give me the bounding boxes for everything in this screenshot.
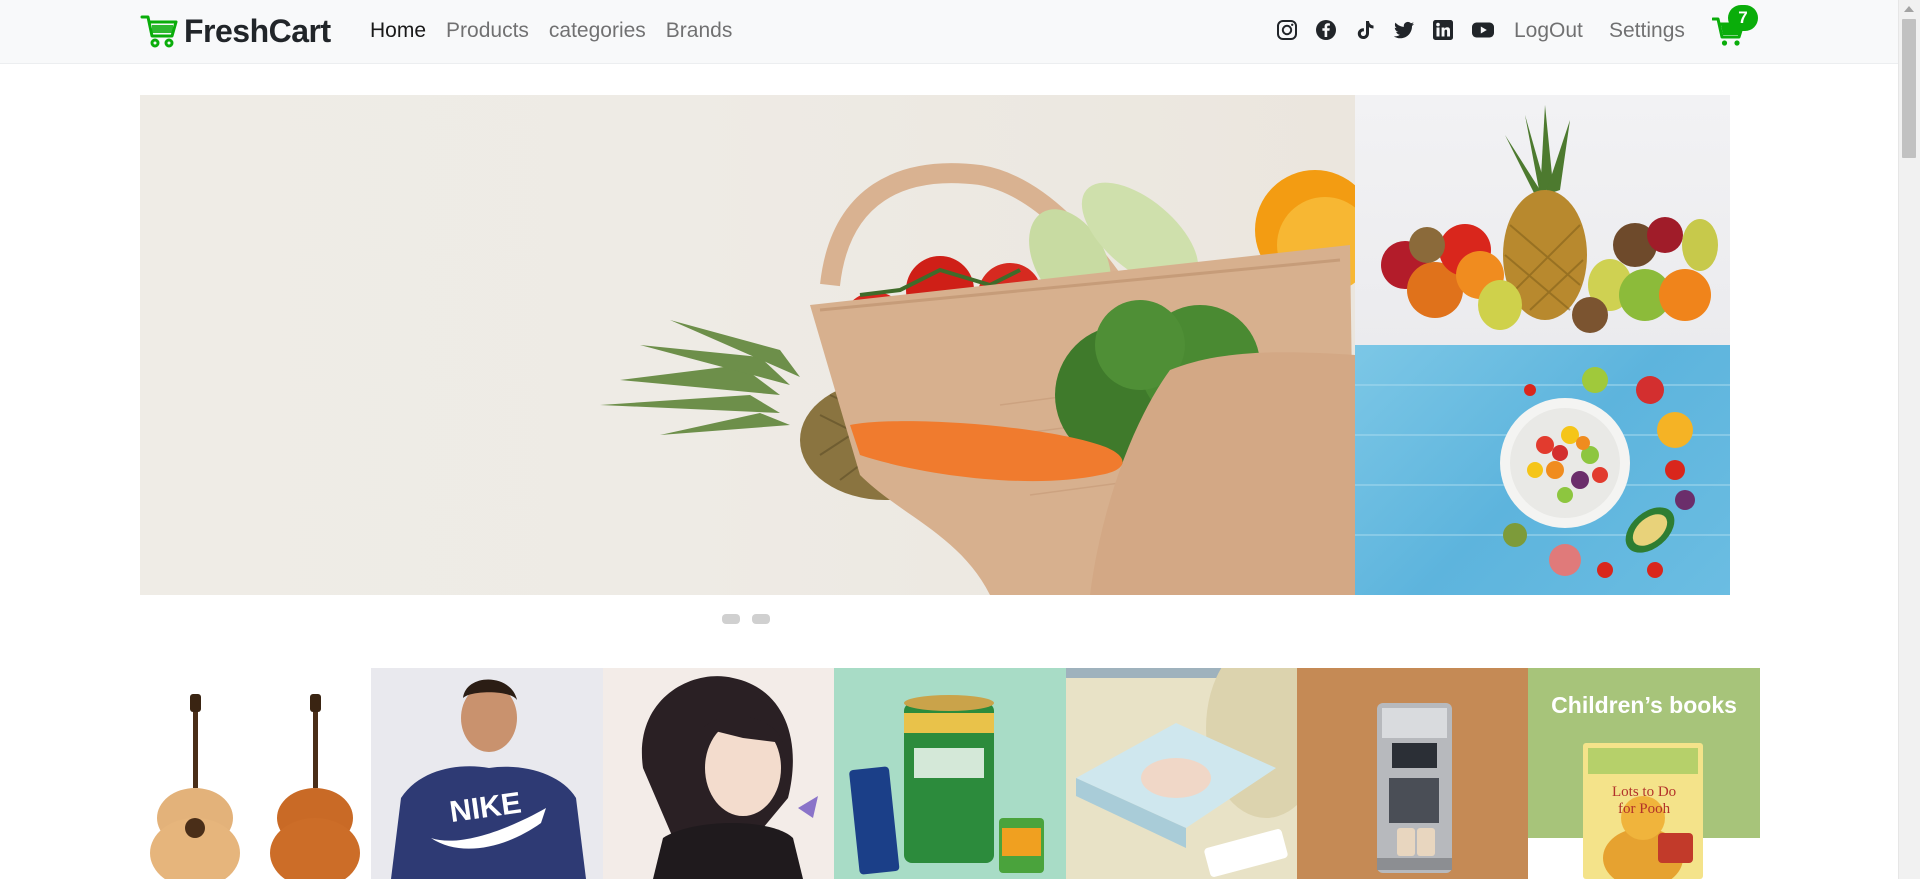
svg-text:for Pooh: for Pooh [1618,801,1671,817]
hero-main-slide[interactable] [140,95,1355,595]
scroll-up-arrow-icon[interactable] [1904,6,1914,12]
cart-logo-icon [140,15,178,48]
category-label-books: Children’s books [1551,692,1737,718]
logout-link[interactable]: LogOut [1514,16,1583,46]
settings-link[interactable]: Settings [1609,16,1685,46]
fruit-salad-image [1355,367,1730,578]
youtube-icon[interactable] [1471,19,1495,41]
instagram-icon[interactable] [1276,19,1298,41]
tiktok-icon[interactable] [1354,19,1376,41]
category-card-home[interactable] [1296,668,1529,879]
category-card-guitars[interactable] [140,668,372,879]
hero-side-image-top[interactable] [1355,95,1730,345]
category-card-women-fashion[interactable] [602,668,835,879]
brand-name: FreshCart [184,12,331,49]
main-nav: Home Products categories Brands [370,16,742,46]
category-card-baby-toys[interactable] [1065,668,1297,879]
nav-link-brands[interactable]: Brands [656,16,743,46]
carousel-dot-1[interactable] [722,614,740,624]
navbar: FreshCart Home Products categories Brand… [0,0,1898,64]
coffee-machine-image [1376,703,1452,873]
category-card-books[interactable]: Lots to Do for Pooh Children’s books [1528,668,1760,879]
brand-logo[interactable]: FreshCart [140,11,331,51]
nike-hoodie-image: NIKE [391,679,587,879]
hero-side-image-bottom[interactable] [1355,345,1730,595]
cart-count-badge: 7 [1728,5,1758,31]
linkedin-icon[interactable] [1432,19,1454,41]
shopping-bag-vegetables-image [600,163,1355,595]
carousel-dots [722,614,770,624]
nav-link-home[interactable]: Home [370,16,436,46]
scrollbar-thumb[interactable] [1902,19,1916,158]
carousel-dot-2[interactable] [752,614,770,624]
nav-link-products[interactable]: Products [436,16,539,46]
svg-text:Lots to Do: Lots to Do [1612,784,1676,800]
baby-diapers-image [1065,668,1297,877]
grocery-products-image [849,695,1045,875]
category-card-supermarket[interactable] [834,668,1066,879]
category-card-men-fashion[interactable]: NIKE [371,668,603,879]
category-slider: NIKE Lots to Do for Pooh Children’s book… [140,668,1760,879]
guitars-image [150,694,360,879]
facebook-icon[interactable] [1315,19,1337,41]
nav-link-categories[interactable]: categories [539,16,656,46]
illustrated-woman-image [641,676,818,879]
fruit-pile-image [1381,105,1718,333]
twitter-icon[interactable] [1393,19,1415,41]
